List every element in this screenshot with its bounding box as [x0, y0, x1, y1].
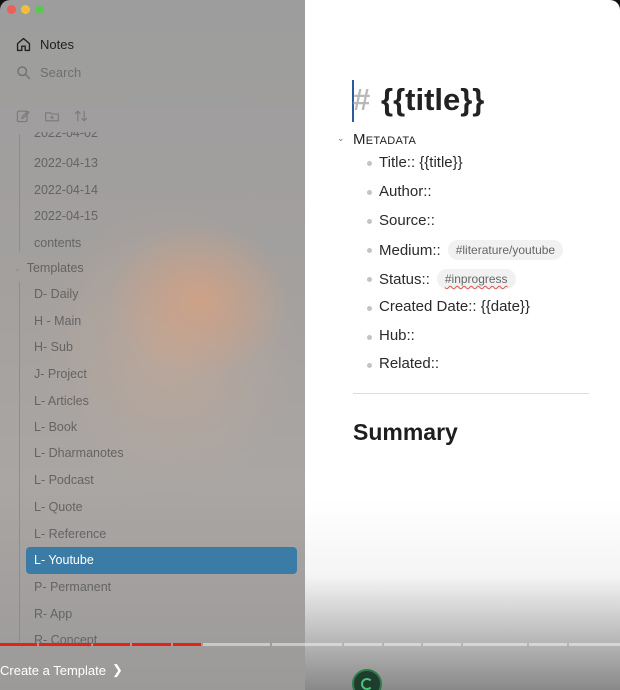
new-folder-icon[interactable]: [44, 108, 60, 124]
progress-segment[interactable]: [92, 643, 130, 646]
progress-segment[interactable]: [568, 643, 620, 646]
heading-hash: #: [353, 82, 371, 117]
notes-label: Notes: [40, 37, 74, 52]
chapter-button[interactable]: Create a Template ❯: [0, 662, 123, 678]
file-item[interactable]: L- Podcast: [34, 473, 94, 487]
property-source[interactable]: Source::: [379, 212, 435, 229]
chevron-down-icon[interactable]: ⌄: [337, 133, 345, 144]
file-item[interactable]: L- Reference: [34, 527, 106, 541]
app-window: Notes Search 2022-04-02 2022-04-13 2022-: [0, 0, 620, 690]
sidebar: Notes Search 2022-04-02 2022-04-13 2022-: [0, 0, 305, 690]
property-label: Medium::: [379, 241, 441, 259]
file-item[interactable]: D- Daily: [34, 287, 78, 301]
bullet: [367, 335, 372, 340]
chevron-right-icon: ❯: [112, 662, 123, 677]
file-item[interactable]: 2022-04-13: [34, 156, 98, 170]
file-item[interactable]: J- Project: [34, 367, 87, 381]
property-label: Created Date:: {{date}}: [379, 298, 530, 315]
chapter-title: Create a Template: [0, 662, 106, 678]
sort-icon[interactable]: [73, 108, 89, 124]
property-label: Author::: [379, 183, 432, 200]
file-item[interactable]: L- Book: [34, 420, 77, 434]
chevron-down-icon: ⌄: [14, 263, 21, 273]
bullet: [367, 277, 372, 282]
file-item[interactable]: L- Dharmanotes: [34, 446, 124, 460]
window-controls: [7, 5, 44, 14]
property-label: Related::: [379, 355, 440, 372]
file-item[interactable]: 2022-04-14: [34, 183, 98, 197]
close-window-button[interactable]: [7, 5, 16, 14]
zoom-window-button[interactable]: [35, 5, 44, 14]
file-item[interactable]: P- Permanent: [34, 580, 111, 594]
file-item-selected[interactable]: L- Youtube: [34, 553, 94, 567]
bullet: [367, 363, 372, 368]
note-title-heading[interactable]: {{title}}: [381, 82, 484, 118]
bullet: [367, 248, 372, 253]
progress-segment[interactable]: [173, 643, 201, 646]
property-status[interactable]: Status:: #inprogress: [379, 269, 516, 289]
file-item[interactable]: contents: [34, 236, 81, 250]
property-created-date[interactable]: Created Date:: {{date}}: [379, 298, 530, 315]
file-item[interactable]: R- App: [34, 607, 72, 621]
editor-pane[interactable]: # {{title}} ⌄ Metadata Title:: {{title}}…: [305, 0, 620, 690]
file-item[interactable]: L- Articles: [34, 394, 89, 408]
tag-inprogress[interactable]: #inprogress: [436, 269, 516, 289]
progress-segment[interactable]: [529, 643, 567, 646]
property-author[interactable]: Author::: [379, 183, 432, 200]
property-hub[interactable]: Hub::: [379, 327, 415, 344]
sidebar-notes-link[interactable]: Notes: [15, 36, 74, 53]
progress-segment[interactable]: [202, 643, 270, 646]
progress-segment[interactable]: [383, 643, 422, 646]
sidebar-search[interactable]: Search: [15, 64, 81, 81]
progress-segment[interactable]: [131, 643, 172, 646]
progress-segment[interactable]: [0, 643, 38, 646]
bullet: [367, 306, 372, 311]
property-label: Title:: {{title}}: [379, 154, 463, 171]
bullet: [367, 190, 372, 195]
tree-guide-line: [19, 282, 20, 642]
horizontal-rule: [353, 393, 589, 394]
progress-segment[interactable]: [271, 643, 343, 646]
file-item[interactable]: 2022-04-02: [34, 132, 98, 140]
search-icon: [15, 64, 32, 81]
folder-templates[interactable]: ⌄ Templates: [14, 261, 84, 275]
tree-guide-line: [19, 134, 20, 252]
progress-segment[interactable]: [423, 643, 461, 646]
progress-segment[interactable]: [344, 643, 382, 646]
minimize-window-button[interactable]: [21, 5, 30, 14]
file-item[interactable]: 2022-04-15: [34, 209, 98, 223]
progress-segment[interactable]: [39, 643, 91, 646]
metadata-heading[interactable]: Metadata: [353, 131, 416, 148]
progress-segment[interactable]: [462, 643, 528, 646]
video-progress-bar[interactable]: [0, 643, 620, 646]
property-related[interactable]: Related::: [379, 355, 439, 372]
sidebar-toolbar: [15, 108, 89, 124]
file-item[interactable]: H - Main: [34, 314, 81, 328]
bullet: [367, 161, 372, 166]
tag-literature-youtube[interactable]: #literature/youtube: [447, 240, 564, 260]
property-label: Source::: [379, 212, 435, 229]
search-label: Search: [40, 65, 82, 80]
summary-heading[interactable]: Summary: [353, 419, 458, 446]
bullet: [367, 219, 372, 224]
property-medium[interactable]: Medium:: #literature/youtube: [379, 240, 564, 260]
video-gradient-overlay: [305, 500, 620, 690]
folder-label: Templates: [26, 261, 84, 275]
file-item[interactable]: L- Quote: [34, 500, 83, 514]
property-label: Status::: [379, 270, 430, 288]
home-icon: [15, 36, 32, 53]
file-item[interactable]: H- Sub: [34, 340, 73, 354]
new-note-icon[interactable]: [15, 108, 31, 124]
property-title[interactable]: Title:: {{title}}: [379, 154, 463, 171]
property-label: Hub::: [379, 327, 415, 344]
